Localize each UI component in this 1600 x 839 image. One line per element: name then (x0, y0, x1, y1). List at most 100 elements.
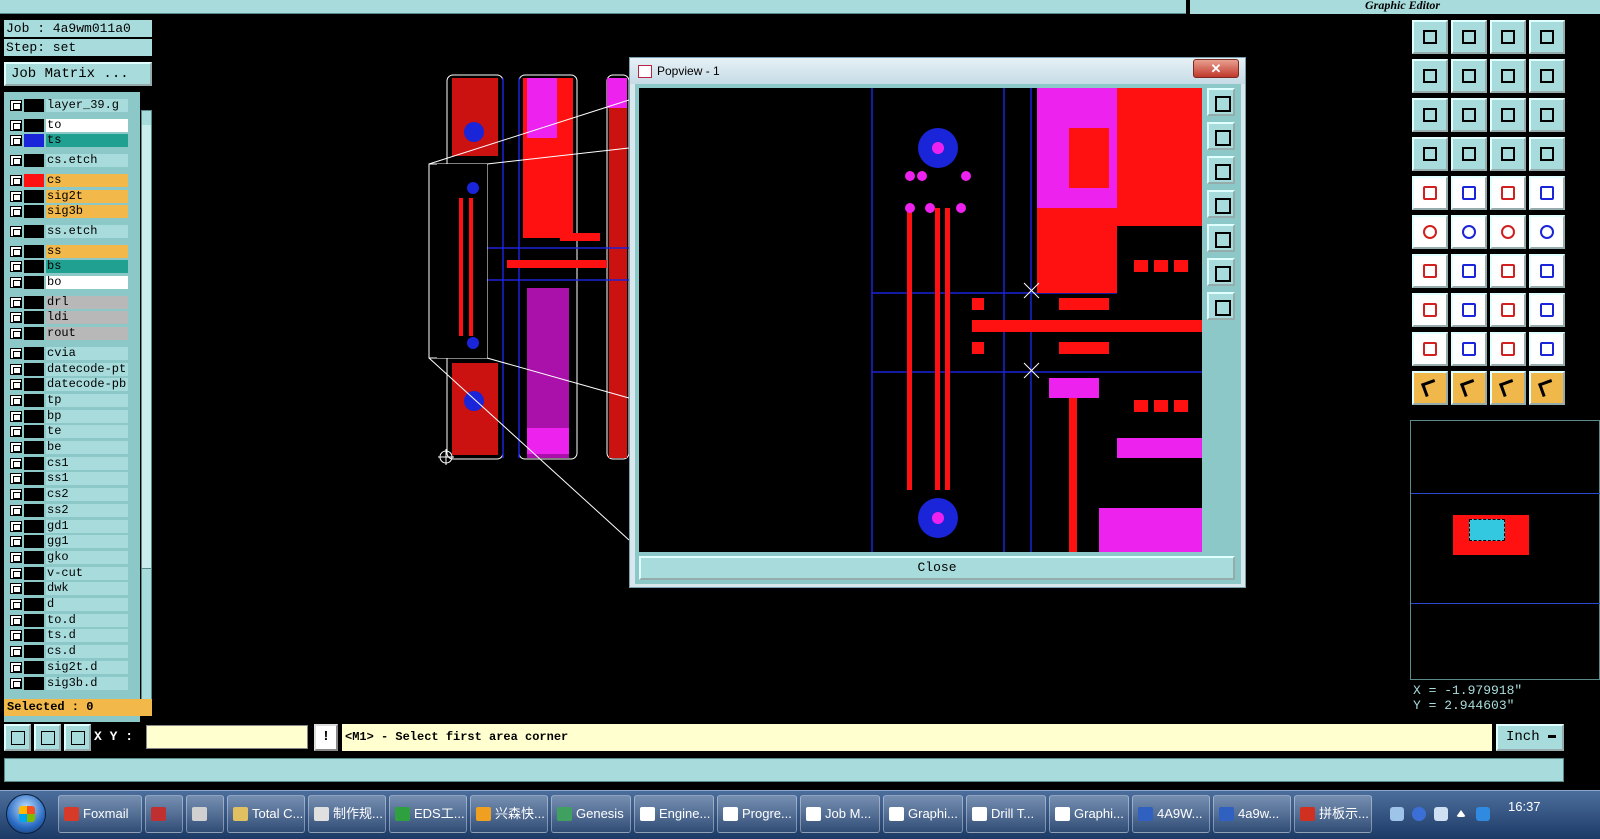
draw-triangle-4-button[interactable] (1529, 332, 1565, 366)
angle-mode-button[interactable] (34, 724, 61, 751)
layer-name[interactable]: gd1 (46, 519, 128, 533)
taskbar-item[interactable]: 4A9W... (1132, 795, 1210, 833)
layer-color-swatch[interactable] (24, 488, 44, 502)
layer-checkbox[interactable] (10, 119, 22, 131)
layer-row[interactable]: ss1 (4, 471, 140, 486)
taskbar-item[interactable]: 制作规... (308, 795, 386, 833)
layer-checkbox[interactable] (10, 567, 22, 579)
layer-name[interactable]: cs1 (46, 456, 128, 470)
popview-tool-button-7[interactable] (1207, 292, 1235, 320)
layer-name[interactable]: dwk (46, 582, 128, 596)
layer-checkbox[interactable] (10, 646, 22, 658)
layer-color-swatch[interactable] (24, 189, 44, 203)
layer-checkbox[interactable] (10, 135, 22, 147)
layer-name[interactable]: to (46, 118, 128, 132)
taskbar-item[interactable]: 拼板示... (1294, 795, 1372, 833)
layer-name[interactable]: datecode-pb (46, 378, 128, 392)
popview-window[interactable]: Popview - 1 ✕ Close (629, 57, 1246, 588)
layer-color-swatch[interactable] (24, 550, 44, 564)
line-split-button[interactable] (1451, 293, 1487, 327)
show-hidden-icons-icon[interactable] (1456, 810, 1466, 817)
line-add-button[interactable] (1451, 254, 1487, 288)
layer-row[interactable]: cs2 (4, 487, 140, 502)
layer-color-swatch[interactable] (24, 456, 44, 470)
layer-checkbox[interactable] (10, 614, 22, 626)
network-icon[interactable] (1476, 807, 1490, 821)
pointer-3-button[interactable] (1490, 371, 1526, 405)
layer-color-swatch[interactable] (24, 613, 44, 627)
ruler-button[interactable] (1490, 176, 1526, 210)
pan-right-button[interactable] (1451, 59, 1487, 93)
layer-checkbox[interactable] (10, 155, 22, 167)
layer-name[interactable]: ss.etch (46, 224, 128, 238)
text-add-button[interactable] (1529, 254, 1565, 288)
layer-name[interactable]: bp (46, 409, 128, 423)
taskbar-item[interactable]: Foxmail (58, 795, 142, 833)
layer-row[interactable]: cvia (4, 346, 140, 360)
layer-row[interactable]: datecode-pb (4, 377, 140, 392)
home-button[interactable] (1490, 20, 1526, 54)
layer-name[interactable]: ss1 (46, 472, 128, 486)
layer-color-swatch[interactable] (24, 535, 44, 549)
layer-color-swatch[interactable] (24, 134, 44, 148)
taskbar-item[interactable] (145, 795, 183, 833)
layer-checkbox[interactable] (10, 677, 22, 689)
grid-button[interactable] (1451, 137, 1487, 171)
snapshot-in-button[interactable] (1412, 20, 1448, 54)
layer-name[interactable]: d (46, 598, 128, 611)
taskbar-item[interactable]: Progre... (717, 795, 797, 833)
layer-color-swatch[interactable] (24, 566, 44, 580)
layer-row[interactable]: gg1 (4, 534, 140, 549)
layer-checkbox[interactable] (10, 312, 22, 324)
layer-color-swatch[interactable] (24, 629, 44, 643)
layer-checkbox[interactable] (10, 442, 22, 453)
layer-name[interactable]: ts (46, 134, 128, 148)
layer-row[interactable]: sig3b.d (4, 676, 140, 690)
layer-row[interactable]: sig3b (4, 204, 140, 219)
layer-checkbox[interactable] (10, 410, 22, 422)
layer-name[interactable]: layer_39.g (46, 99, 128, 112)
popview-close-button[interactable]: Close (639, 556, 1235, 580)
layer-row[interactable]: ts.d (4, 628, 140, 643)
pan-left-button[interactable] (1412, 59, 1448, 93)
layer-checkbox[interactable] (10, 504, 22, 516)
popview-tool-button-4[interactable] (1207, 190, 1235, 218)
taskbar-item[interactable] (186, 795, 224, 833)
unit-selector[interactable]: Inch (1496, 724, 1564, 751)
layer-color-swatch[interactable] (24, 118, 44, 132)
popview-tool-button-1[interactable] (1207, 88, 1235, 116)
layer-color-swatch[interactable] (24, 99, 44, 112)
layer-checkbox[interactable] (10, 100, 22, 111)
pointer-2-button[interactable] (1451, 371, 1487, 405)
layer-color-swatch[interactable] (24, 676, 44, 690)
layer-color-swatch[interactable] (24, 441, 44, 454)
layer-checkbox[interactable] (10, 190, 22, 202)
pad-add-button[interactable] (1412, 293, 1448, 327)
layer-checkbox[interactable] (10, 206, 22, 218)
layer-row[interactable]: d (4, 597, 140, 611)
layer-color-swatch[interactable] (24, 393, 44, 407)
taskbar-item[interactable]: Job M... (800, 795, 880, 833)
fit-button[interactable] (1412, 98, 1448, 132)
layer-row[interactable]: ts (4, 133, 140, 148)
layer-row[interactable]: to.d (4, 613, 140, 627)
layer-name[interactable]: cvia (46, 346, 128, 360)
line-mode-2-button[interactable] (1529, 215, 1565, 249)
popview-tool-button-6[interactable] (1207, 258, 1235, 286)
layer-color-swatch[interactable] (24, 378, 44, 392)
step-fwd-button[interactable] (1529, 59, 1565, 93)
layer-row[interactable]: gko (4, 550, 140, 564)
layer-view-2-button[interactable] (1529, 137, 1565, 171)
window-button[interactable] (1529, 20, 1565, 54)
select-all-button[interactable] (1529, 176, 1565, 210)
layer-color-swatch[interactable] (24, 260, 44, 274)
step-back-button[interactable] (1490, 59, 1526, 93)
layer-checkbox[interactable] (10, 489, 22, 501)
layer-name[interactable]: gg1 (46, 535, 128, 549)
layer-checkbox[interactable] (10, 261, 22, 273)
layer-checkbox[interactable] (10, 379, 22, 391)
layer-checkbox[interactable] (10, 457, 22, 469)
layer-row[interactable]: v-cut (4, 566, 140, 580)
popview-close-x-button[interactable]: ✕ (1193, 59, 1239, 78)
layer-checkbox[interactable] (10, 661, 22, 673)
